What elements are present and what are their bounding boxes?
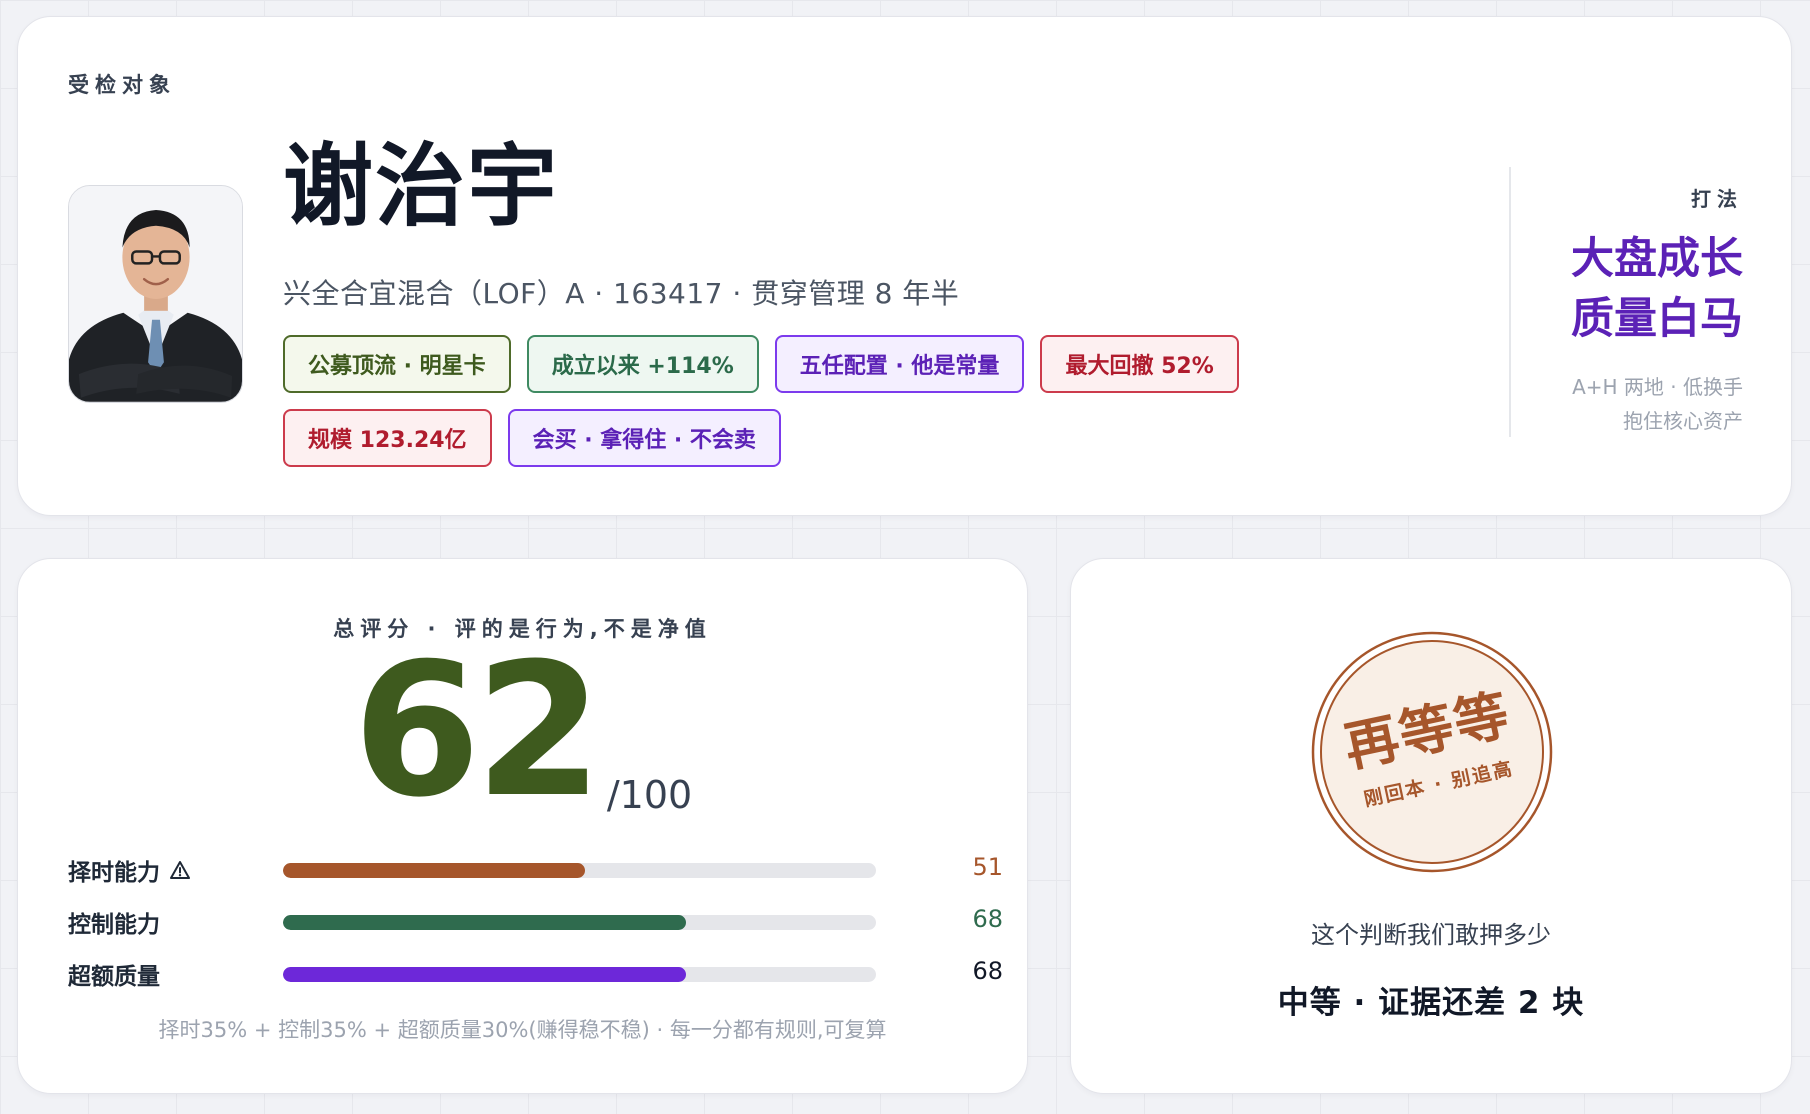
style-title-line: 质量白马 <box>1571 294 1743 344</box>
tag-since-inception: 成立以来 +114% <box>526 335 759 393</box>
bar-row-alpha: 超额质量 68 <box>68 953 1003 1005</box>
style-title: 大盘成长 质量白马 <box>1571 229 1743 349</box>
fund-info-line: 兴全合宜混合（LOF）A · 163417 · 贯穿管理 8 年半 <box>283 277 960 310</box>
avatar <box>68 185 243 403</box>
bar-fill <box>283 863 586 878</box>
style-sub-line: A+H 两地 · 低换手 <box>1572 375 1743 399</box>
confidence-question: 这个判断我们敢押多少 <box>1311 921 1551 949</box>
bar-track <box>283 863 876 878</box>
tag-fund-size: 规模 123.24亿 <box>283 409 492 467</box>
bar-value: 68 <box>972 905 1003 933</box>
style-sub-line: 抱住核心资产 <box>1623 409 1743 433</box>
manager-portrait-icon <box>69 186 242 402</box>
score-value: 62 <box>352 624 603 838</box>
style-label: 打法 <box>1691 187 1743 211</box>
tag-buy-hold-sell: 会买 · 拿得住 · 不会卖 <box>507 409 781 467</box>
bar-fill <box>283 915 687 930</box>
score-footnote: 择时35% + 控制35% + 超额质量30%(赚得稳不稳) · 每一分都有规则… <box>158 1018 887 1042</box>
style-title-line: 大盘成长 <box>1571 234 1743 284</box>
confidence-answer: 中等 · 证据还差 2 块 <box>1277 985 1585 1021</box>
verdict-stamp: 再等等 刚回本 · 别追高 <box>1311 631 1553 873</box>
bar-label-text: 择时能力 <box>68 860 160 886</box>
score-card: 总评分 · 评的是行为,不是净值 62 /100 择时能力 51 控制能力 68… <box>17 558 1028 1094</box>
bar-fill <box>283 967 687 982</box>
bar-label: 控制能力 <box>68 905 160 939</box>
warning-icon <box>170 861 190 879</box>
bar-label: 择时能力 <box>68 853 190 887</box>
manager-name: 谢治宇 <box>283 134 559 239</box>
score-max: /100 <box>606 773 693 817</box>
style-subtitle: A+H 两地 · 低换手 抱住核心资产 <box>1572 370 1743 438</box>
section-label: 受检对象 <box>68 73 176 97</box>
bar-label-text: 控制能力 <box>68 912 160 938</box>
investment-style: 打法 大盘成长 质量白马 A+H 两地 · 低换手 抱住核心资产 <box>1509 167 1791 437</box>
total-score: 62 /100 <box>18 639 1027 823</box>
bar-value: 51 <box>972 853 1003 881</box>
bar-track <box>283 915 876 930</box>
bar-track <box>283 967 876 982</box>
tag-star-card: 公募顶流 · 明星卡 <box>283 335 511 393</box>
bar-label-text: 超额质量 <box>68 964 160 990</box>
tag-list: 公募顶流 · 明星卡 成立以来 +114% 五任配置 · 他是常量 最大回撤 5… <box>283 335 1463 467</box>
bar-value: 68 <box>972 957 1003 985</box>
verdict-card: 再等等 刚回本 · 别追高 这个判断我们敢押多少 中等 · 证据还差 2 块 <box>1070 558 1792 1094</box>
bar-row-control: 控制能力 68 <box>68 901 1003 953</box>
score-breakdown: 择时能力 51 控制能力 68 超额质量 68 <box>68 849 1003 1005</box>
tag-max-drawdown: 最大回撤 52% <box>1040 335 1239 393</box>
subject-card: 受检对象 谢治宇 兴全合宜混合（LOF）A · 163417 · 贯穿管理 8 … <box>17 16 1792 516</box>
bar-row-timing: 择时能力 51 <box>68 849 1003 901</box>
stamp-seal-icon: 再等等 刚回本 · 别追高 <box>1311 631 1553 873</box>
bar-label: 超额质量 <box>68 957 160 991</box>
tag-allocation: 五任配置 · 他是常量 <box>774 335 1025 393</box>
